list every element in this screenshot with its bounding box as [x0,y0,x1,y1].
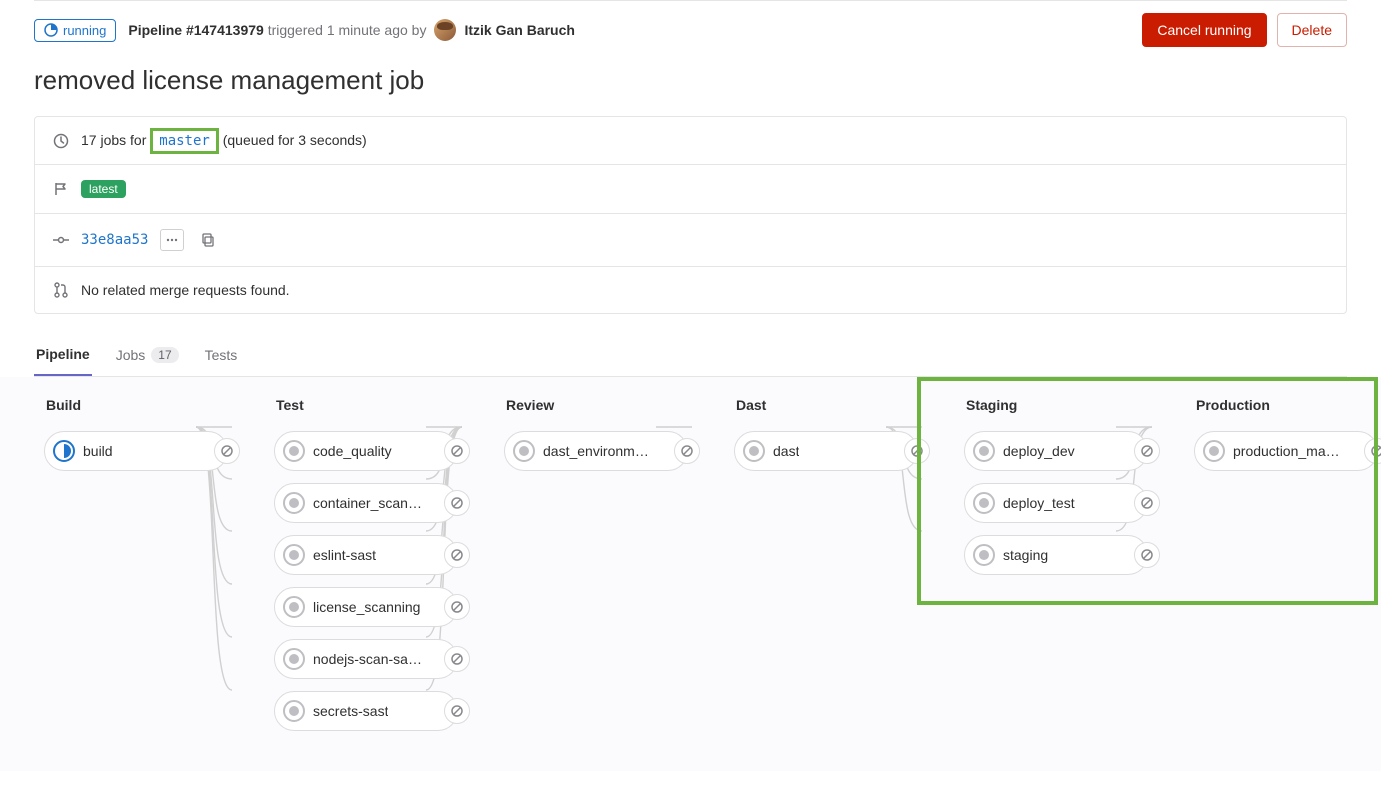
job-pill[interactable]: eslint-sast [274,535,458,575]
jobs-row: 17 jobs for master (queued for 3 seconds… [35,117,1346,165]
job-name: staging [1003,547,1048,563]
cancel-job-icon[interactable] [444,646,470,672]
cancel-job-icon[interactable] [214,438,240,464]
job-name: production_ma… [1233,443,1340,459]
avatar[interactable] [434,19,456,41]
job-pill[interactable]: production_ma… [1194,431,1378,471]
job-name: container_scan… [313,495,422,511]
tab-tests[interactable]: Tests [203,334,240,376]
pipeline-meta: Pipeline #147413979 triggered 1 minute a… [128,22,426,38]
job-pill[interactable]: secrets-sast [274,691,458,731]
job-pill[interactable]: dast [734,431,918,471]
cancel-job-icon[interactable] [444,542,470,568]
status-created-icon [1203,440,1225,462]
job-name: deploy_test [1003,495,1075,511]
cancel-job-icon[interactable] [1134,438,1160,464]
stage-header: Build [44,397,228,413]
pipeline-info-box: 17 jobs for master (queued for 3 seconds… [34,116,1347,314]
stage-header: Test [274,397,458,413]
stage-staging: Staging deploy_dev deploy_teststaging [964,397,1148,731]
more-button[interactable] [160,229,184,251]
status-text: running [63,23,106,38]
latest-tag: latest [81,180,126,198]
job-name: eslint-sast [313,547,376,563]
job-pill[interactable]: staging [964,535,1148,575]
stage-header: Review [504,397,688,413]
tags-row: latest [35,165,1346,214]
cancel-job-icon[interactable] [1134,490,1160,516]
status-created-icon [283,544,305,566]
status-created-icon [973,440,995,462]
job-name: build [83,443,113,459]
job-name: deploy_dev [1003,443,1075,459]
status-running-icon [53,440,75,462]
job-pill[interactable]: build [44,431,228,471]
stage-header: Production [1194,397,1378,413]
merge-request-icon [53,282,69,298]
commit-sha-link[interactable]: 33e8aa53 [81,232,148,248]
status-created-icon [283,596,305,618]
job-name: dast [773,443,799,459]
commit-row: 33e8aa53 [35,214,1346,267]
branch-link[interactable]: master [150,128,219,154]
commit-icon [53,232,69,248]
running-icon [44,23,58,37]
cancel-job-icon[interactable] [444,698,470,724]
stage-header: Dast [734,397,918,413]
status-badge-running[interactable]: running [34,19,116,42]
cancel-job-icon[interactable] [444,594,470,620]
job-pill[interactable]: dast_environme… [504,431,688,471]
jobs-count-badge: 17 [151,347,178,363]
cancel-job-icon[interactable] [1134,542,1160,568]
stage-production: Production production_ma… [1194,397,1378,731]
page-title: removed license management job [34,65,1347,96]
job-pill[interactable]: deploy_test [964,483,1148,523]
cancel-job-icon[interactable] [444,438,470,464]
job-name: license_scanning [313,599,420,615]
mr-text: No related merge requests found. [81,282,290,298]
tab-pipeline[interactable]: Pipeline [34,334,92,376]
tab-jobs[interactable]: Jobs 17 [114,334,181,376]
status-created-icon [283,648,305,670]
cancel-job-icon[interactable] [904,438,930,464]
job-pill[interactable]: nodejs-scan-sa… [274,639,458,679]
job-name: secrets-sast [313,703,388,719]
job-name: code_quality [313,443,392,459]
stage-review: Review dast_environme… [504,397,688,731]
mr-row: No related merge requests found. [35,267,1346,313]
status-created-icon [743,440,765,462]
pipeline-graph: Build build Test code_quality container_scan… [0,377,1381,771]
copy-icon[interactable] [196,229,220,251]
stage-build: Build build [44,397,228,731]
status-created-icon [513,440,535,462]
status-created-icon [283,492,305,514]
job-pill[interactable]: license_scanning [274,587,458,627]
cancel-job-icon[interactable] [674,438,700,464]
cancel-running-button[interactable]: Cancel running [1142,13,1266,47]
cancel-job-icon[interactable] [444,490,470,516]
stage-header: Staging [964,397,1148,413]
job-pill[interactable]: deploy_dev [964,431,1148,471]
delete-button[interactable]: Delete [1277,13,1347,47]
flag-icon [53,181,69,197]
clock-icon [53,133,69,149]
job-pill[interactable]: container_scan… [274,483,458,523]
pipeline-header: running Pipeline #147413979 triggered 1 … [0,13,1381,47]
stage-test: Test code_quality container_scan… eslint-sa… [274,397,458,731]
job-name: nodejs-scan-sa… [313,651,422,667]
jobs-count-text: 17 jobs for [81,132,150,148]
cancel-job-icon[interactable] [1364,438,1381,464]
status-created-icon [283,440,305,462]
status-created-icon [973,544,995,566]
queued-text: (queued for 3 seconds) [219,132,367,148]
stage-dast: Dast dast [734,397,918,731]
author-name[interactable]: Itzik Gan Baruch [464,22,574,38]
status-created-icon [283,700,305,722]
job-pill[interactable]: code_quality [274,431,458,471]
tabs: Pipeline Jobs 17 Tests [34,334,1347,377]
status-created-icon [973,492,995,514]
job-name: dast_environme… [543,443,653,459]
